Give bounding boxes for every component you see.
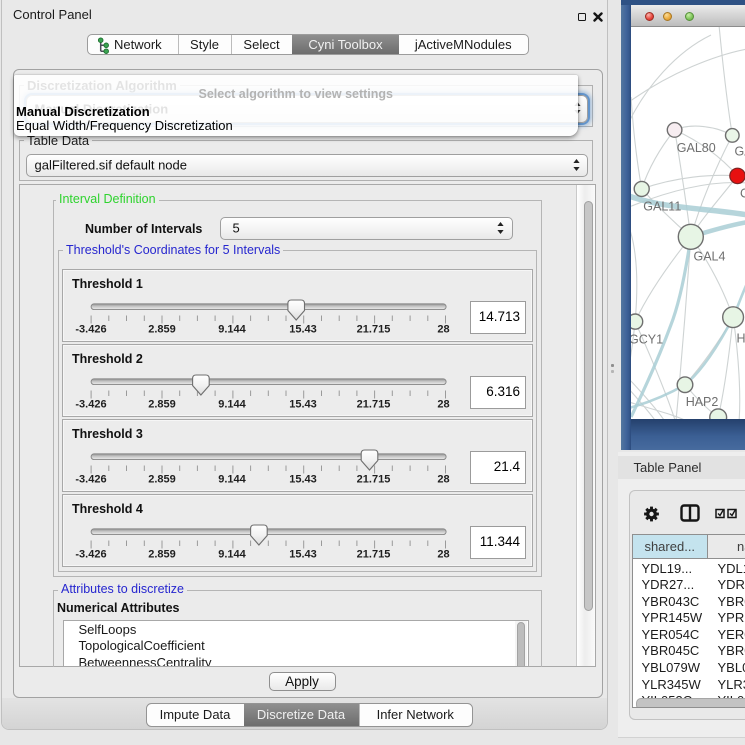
svg-text:28: 28 [437, 398, 449, 410]
svg-text:15.43: 15.43 [289, 473, 317, 485]
svg-text:Threshold 3: Threshold 3 [72, 427, 143, 441]
svg-text:Threshold 1: Threshold 1 [72, 277, 143, 291]
svg-text:-3.426: -3.426 [75, 548, 106, 560]
svg-text:Threshold 4: Threshold 4 [72, 502, 143, 516]
svg-text:2.859: 2.859 [148, 473, 176, 485]
svg-text:2.859: 2.859 [148, 323, 176, 335]
svg-text:GAL4: GAL4 [693, 250, 725, 264]
svg-text:15.43: 15.43 [289, 323, 317, 335]
svg-text:GCY1: GCY1 [631, 333, 663, 347]
svg-text:-3.426: -3.426 [75, 323, 106, 335]
svg-text:HAP2: HAP2 [685, 395, 718, 409]
svg-text:28: 28 [437, 323, 449, 335]
svg-text:2.859: 2.859 [148, 548, 176, 560]
svg-text:21.715: 21.715 [356, 323, 390, 335]
svg-text:GAL11: GAL11 [643, 200, 681, 214]
svg-text:2.859: 2.859 [148, 398, 176, 410]
svg-text:9.144: 9.144 [218, 398, 246, 410]
svg-text:9.144: 9.144 [218, 323, 246, 335]
svg-text:21.715: 21.715 [356, 473, 390, 485]
svg-text:21.715: 21.715 [356, 548, 390, 560]
svg-text:C: C [740, 187, 745, 201]
svg-text:9.144: 9.144 [218, 473, 246, 485]
svg-text:15.43: 15.43 [289, 398, 317, 410]
svg-text:15.43: 15.43 [289, 548, 317, 560]
svg-text:GAL80: GAL80 [676, 141, 715, 155]
svg-text:H: H [736, 332, 745, 346]
svg-text:GA: GA [734, 145, 745, 159]
svg-text:28: 28 [437, 548, 449, 560]
svg-text:21.715: 21.715 [356, 398, 390, 410]
svg-text:-3.426: -3.426 [75, 398, 106, 410]
svg-text:9.144: 9.144 [218, 548, 246, 560]
svg-text:Threshold 2: Threshold 2 [72, 352, 143, 366]
svg-text:-3.426: -3.426 [75, 473, 106, 485]
svg-text:28: 28 [437, 473, 449, 485]
